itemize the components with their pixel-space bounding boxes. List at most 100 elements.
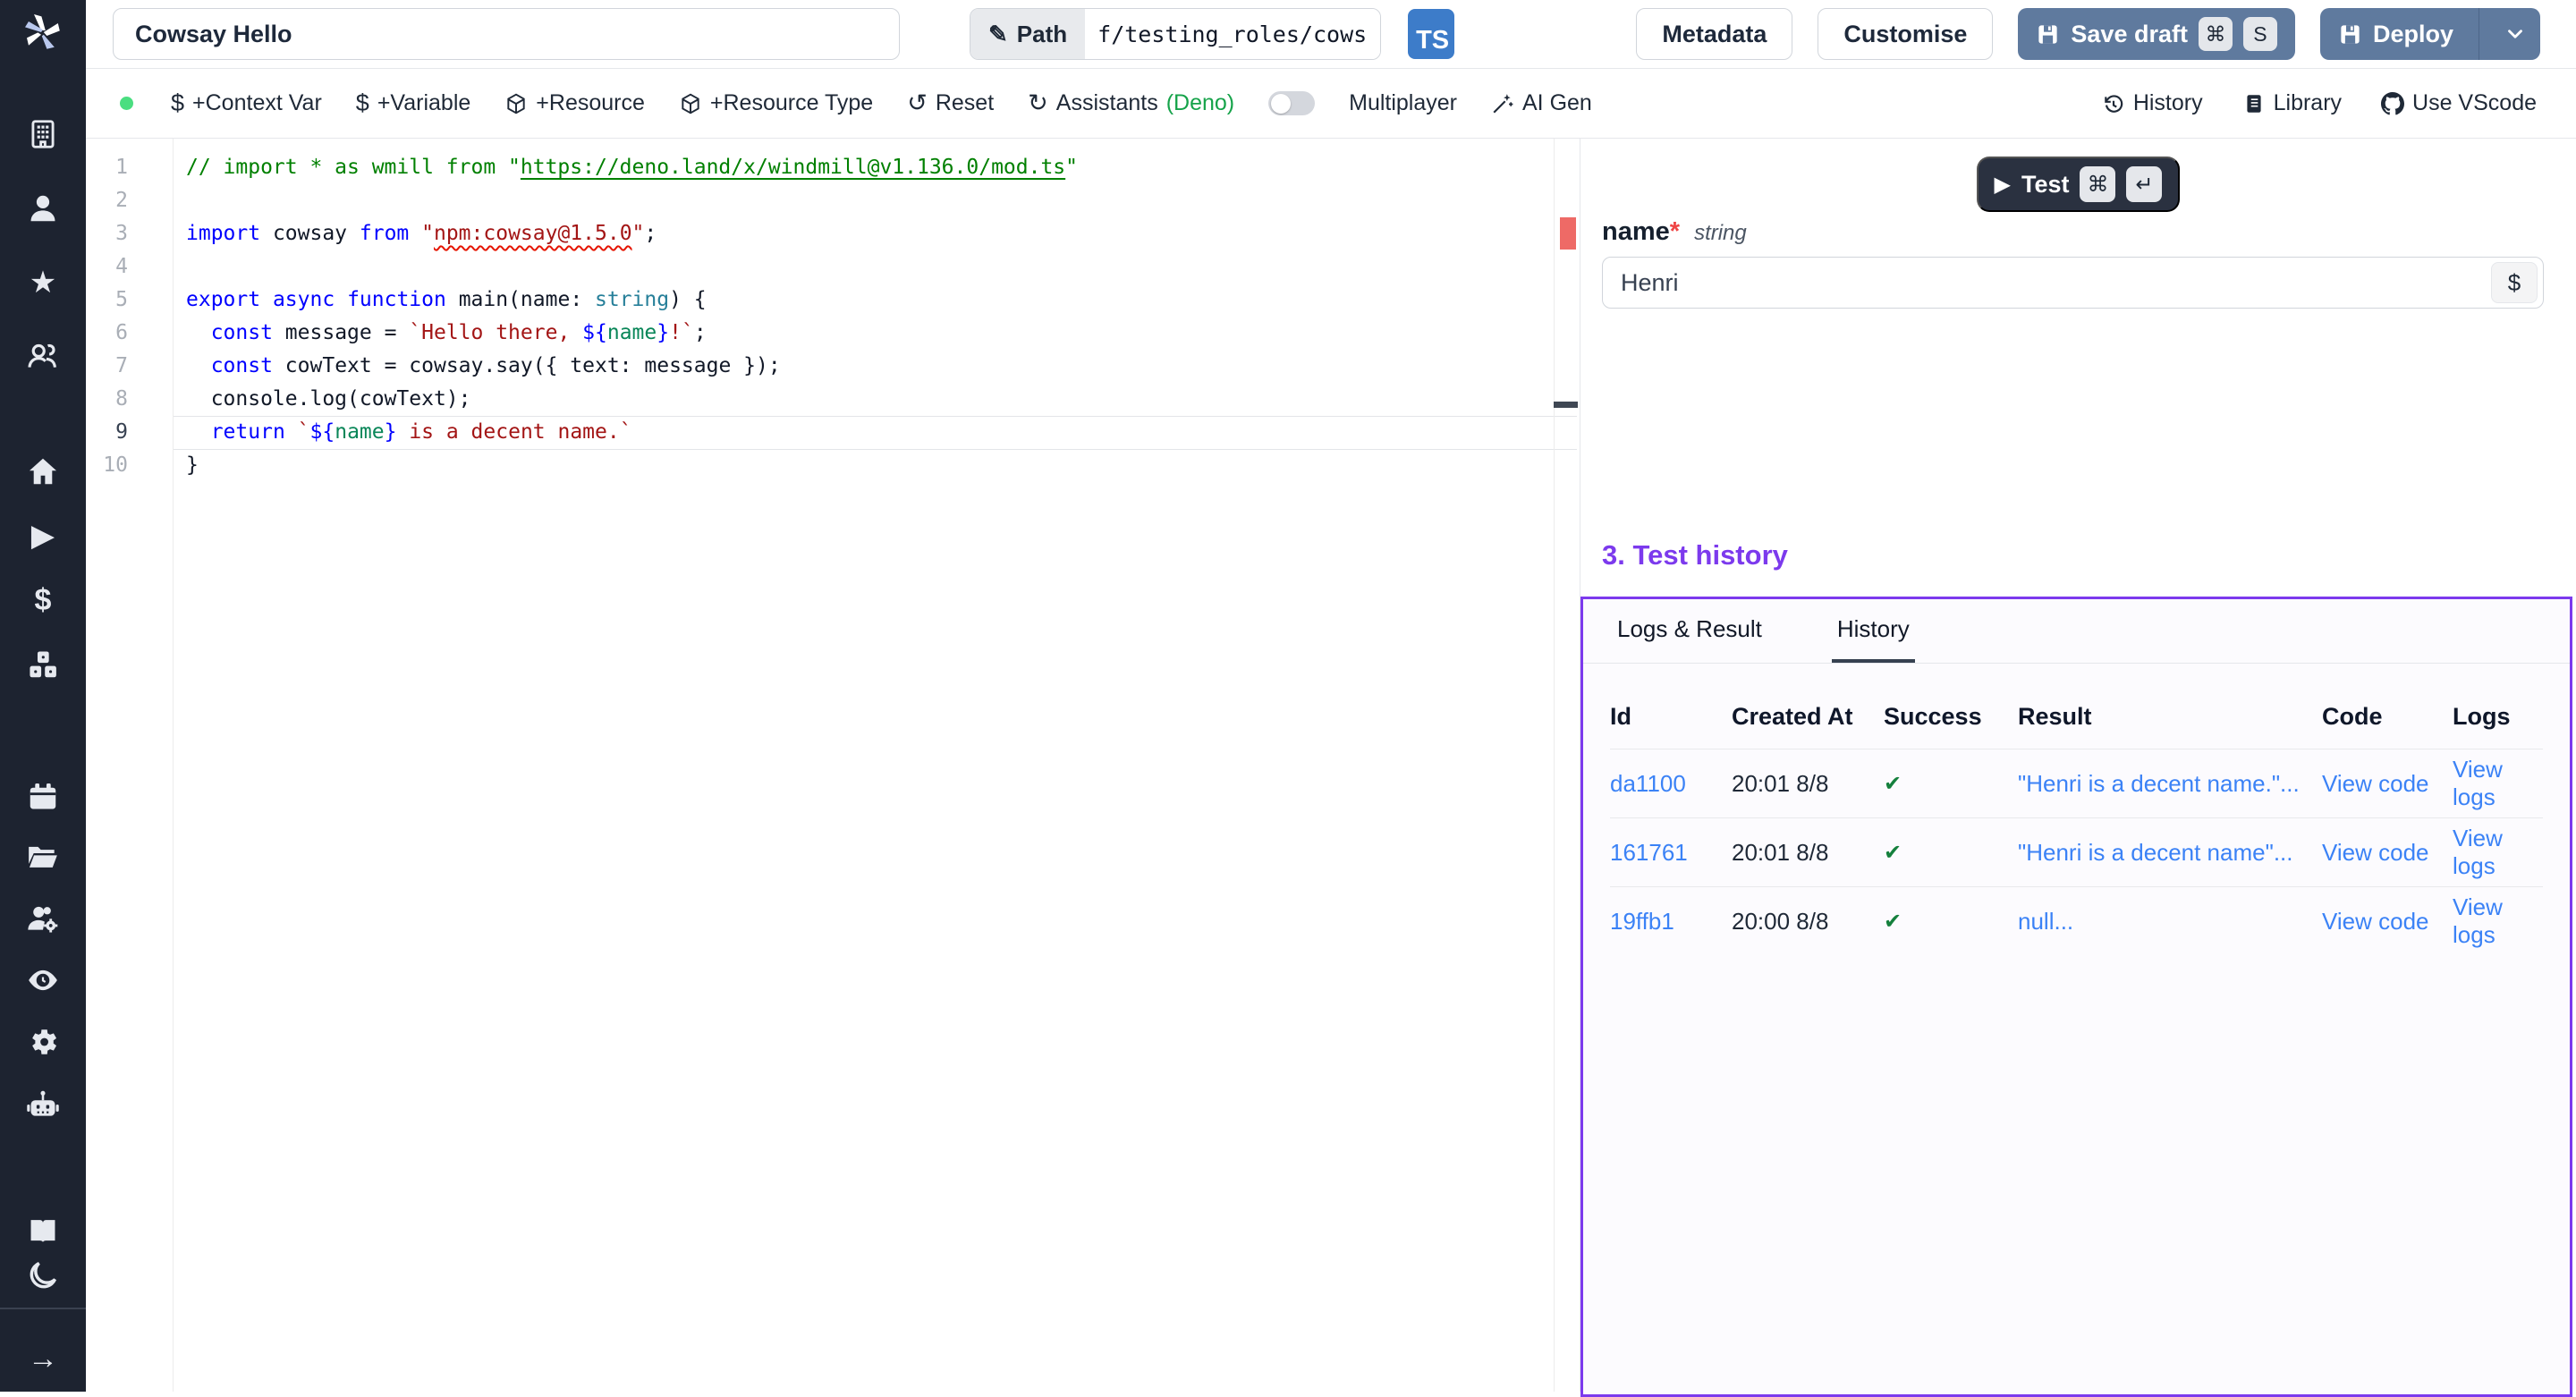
right-panel: ▶ Test ⌘ ↵ name * string $ 3. Test histo…: [1580, 139, 2576, 1392]
view-code-link[interactable]: View code: [2322, 839, 2453, 867]
schedules-calendar-icon[interactable]: [25, 779, 61, 815]
code-line[interactable]: // import * as wmill from "https://deno.…: [186, 151, 1078, 184]
name-argument-input[interactable]: [1602, 257, 2544, 309]
add-resource-type-button[interactable]: +Resource Type: [679, 90, 873, 116]
history-rows: da110020:01 8/8✔"Henri is a decent name.…: [1610, 749, 2543, 955]
add-context-var-button[interactable]: $+Context Var: [171, 90, 322, 116]
chevron-down-icon: [2504, 22, 2527, 46]
windmill-logo[interactable]: [21, 11, 64, 54]
view-code-link[interactable]: View code: [2322, 908, 2453, 936]
multiplayer-toggle[interactable]: [1268, 91, 1315, 115]
save-draft-button[interactable]: Save draft ⌘ S: [2018, 8, 2295, 60]
deploy-dropdown-button[interactable]: [2490, 8, 2540, 60]
pencil-icon: ✎: [988, 21, 1008, 48]
history-row: da110020:01 8/8✔"Henri is a decent name.…: [1610, 749, 2543, 817]
add-variable-button[interactable]: $+Variable: [356, 90, 471, 116]
code-editor[interactable]: 12345678910 // import * as wmill from "h…: [86, 139, 1580, 1392]
customise-button[interactable]: Customise: [1818, 8, 1993, 60]
code-line[interactable]: [186, 184, 1078, 217]
settings-gear-icon[interactable]: [25, 1024, 61, 1060]
history-button[interactable]: History: [2102, 90, 2203, 116]
bot-icon[interactable]: [25, 1087, 61, 1122]
job-id-link[interactable]: 161761: [1610, 839, 1732, 867]
cmd-keycap: ⌘: [2080, 166, 2115, 202]
line-number: 8: [86, 383, 128, 416]
workspace-building-icon[interactable]: [25, 116, 61, 152]
ai-gen-button[interactable]: AI Gen: [1491, 90, 1592, 116]
status-dot: [120, 97, 133, 110]
package-icon: [679, 92, 702, 115]
history-row: 16176120:01 8/8✔"Henri is a decent name"…: [1610, 817, 2543, 886]
history-table: Id Created At Success Result Code Logs d…: [1610, 664, 2543, 955]
topbar-actions: Metadata Customise Save draft ⌘ S Deploy: [1636, 8, 2540, 60]
toggle-knob: [1271, 94, 1291, 114]
s-keycap: S: [2243, 17, 2277, 51]
line-number: 7: [86, 350, 128, 383]
view-logs-link[interactable]: View logs: [2453, 756, 2543, 811]
field-name: name: [1602, 217, 1670, 247]
code-line[interactable]: const cowText = cowsay.say({ text: messa…: [186, 350, 1078, 383]
test-button[interactable]: ▶ Test ⌘ ↵: [1977, 157, 2181, 212]
path-edit-button[interactable]: ✎ Path: [970, 9, 1085, 59]
groups-users-icon[interactable]: [25, 338, 61, 374]
view-code-link[interactable]: View code: [2322, 770, 2453, 798]
argument-field-header: name * string: [1602, 217, 1747, 247]
result-link[interactable]: null...: [2018, 908, 2322, 936]
docs-book-open-icon[interactable]: [25, 1213, 61, 1249]
code-line[interactable]: return `${name} is a decent name.`: [186, 416, 1078, 449]
workers-user-cog-icon[interactable]: [25, 901, 61, 936]
test-history-heading: 3. Test history: [1602, 539, 1788, 572]
history-row: 19ffb120:00 8/8✔null...View codeView log…: [1610, 886, 2543, 955]
insert-variable-button[interactable]: $: [2491, 262, 2538, 303]
result-link[interactable]: "Henri is a decent name"...: [2018, 839, 2322, 867]
job-id-link[interactable]: da1100: [1610, 770, 1732, 798]
library-button[interactable]: Library: [2242, 90, 2342, 116]
code-line[interactable]: console.log(cowText);: [186, 383, 1078, 416]
deploy-button[interactable]: Deploy: [2320, 8, 2540, 60]
created-at: 20:01 8/8: [1732, 839, 1884, 867]
resources-boxes-icon[interactable]: [25, 648, 61, 683]
assistants-button[interactable]: ↻Assistants(Deno): [1028, 90, 1234, 116]
folders-icon[interactable]: [25, 839, 61, 875]
tab-logs-result[interactable]: Logs & Result: [1612, 599, 1767, 663]
tab-history[interactable]: History: [1832, 599, 1915, 663]
editor-code[interactable]: // import * as wmill from "https://deno.…: [186, 151, 1078, 482]
code-line[interactable]: }: [186, 449, 1078, 482]
use-vscode-button[interactable]: Use VScode: [2381, 90, 2537, 116]
job-id-link[interactable]: 19ffb1: [1610, 908, 1732, 936]
error-marker: [1560, 217, 1576, 250]
metadata-button[interactable]: Metadata: [1636, 8, 1792, 60]
deploy-save-icon: [2338, 22, 2362, 47]
code-line[interactable]: export async function main(name: string)…: [186, 284, 1078, 317]
view-logs-link[interactable]: View logs: [2453, 893, 2543, 949]
save-icon: [2036, 22, 2060, 47]
code-line[interactable]: [186, 250, 1078, 284]
home-icon[interactable]: [25, 453, 61, 489]
user-icon[interactable]: [25, 190, 61, 226]
code-line[interactable]: const message = `Hello there, ${name}!`;: [186, 317, 1078, 350]
reset-button[interactable]: ↺Reset: [907, 90, 994, 116]
audit-eye-icon[interactable]: [25, 962, 61, 998]
code-line[interactable]: import cowsay from "npm:cowsay@1.5.0";: [186, 217, 1078, 250]
success-check-icon: ✔: [1884, 909, 2018, 935]
script-title-input[interactable]: [113, 8, 900, 60]
success-check-icon: ✔: [1884, 771, 2018, 797]
variables-dollar-icon[interactable]: $: [25, 582, 61, 618]
collapse-arrow-right-icon[interactable]: →: [25, 1341, 61, 1376]
result-link[interactable]: "Henri is a decent name."...: [2018, 770, 2322, 798]
line-number: 3: [86, 217, 128, 250]
favorites-star-icon[interactable]: ★: [25, 265, 61, 301]
line-number: 10: [86, 449, 128, 482]
typescript-badge: TS: [1408, 9, 1454, 59]
argument-input-wrap: $: [1602, 257, 2544, 309]
line-number: 9: [86, 416, 128, 449]
runs-play-icon[interactable]: ▶: [25, 518, 61, 554]
dark-mode-moon-icon[interactable]: [25, 1257, 61, 1293]
add-resource-button[interactable]: +Resource: [504, 90, 645, 116]
view-logs-link[interactable]: View logs: [2453, 825, 2543, 880]
refresh-icon: ↻: [1028, 91, 1048, 115]
path-input[interactable]: [1085, 9, 1380, 59]
history-tabs: Logs & Result History: [1583, 599, 2570, 664]
gutter-border: [173, 139, 174, 1392]
history-table-header: Id Created At Success Result Code Logs: [1610, 664, 2543, 749]
